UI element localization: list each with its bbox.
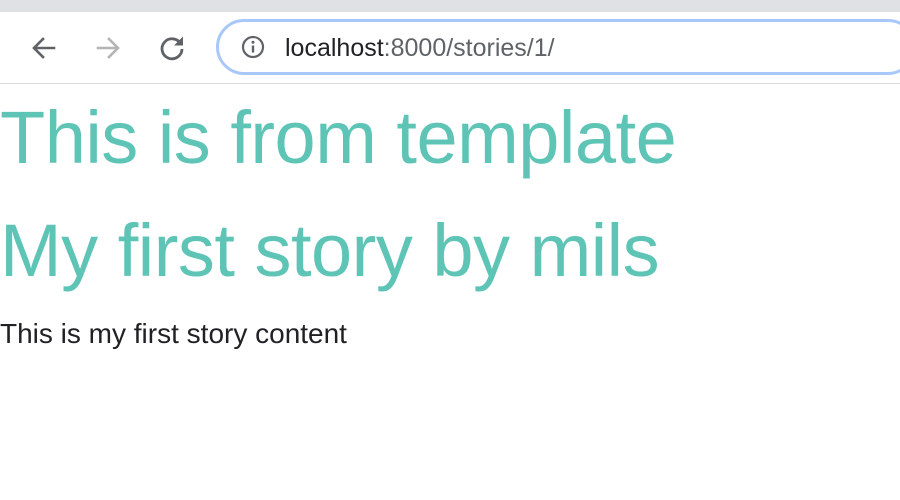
reload-icon — [160, 36, 184, 61]
story-title: My first story by mils — [0, 209, 660, 292]
page-content: This is from template My first story by … — [0, 85, 900, 500]
info-icon[interactable] — [241, 35, 265, 59]
reload-button[interactable] — [154, 30, 190, 66]
url-path: :8000/stories/1/ — [383, 34, 555, 62]
url-text[interactable]: localhost:8000/stories/1/ — [285, 34, 555, 62]
back-button[interactable] — [26, 30, 62, 66]
template-heading: This is from template — [0, 96, 677, 179]
forward-button[interactable] — [90, 30, 126, 66]
back-arrow-icon — [32, 37, 56, 59]
story-content: This is my first story content — [0, 318, 347, 349]
browser-toolbar: localhost:8000/stories/1/ — [0, 12, 900, 84]
url-host: localhost — [285, 34, 384, 62]
forward-arrow-icon — [96, 37, 120, 59]
tab-strip — [0, 0, 900, 12]
address-bar[interactable]: localhost:8000/stories/1/ — [216, 19, 900, 75]
